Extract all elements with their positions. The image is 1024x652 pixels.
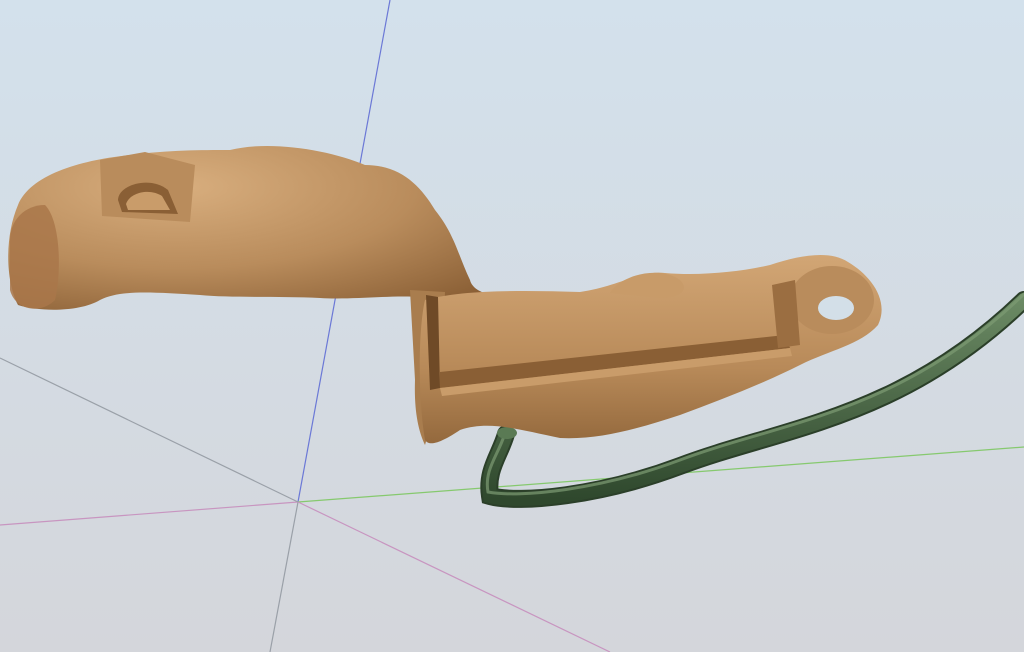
model-left-lobe: [10, 205, 59, 309]
model-arm-loop-hole: [818, 296, 854, 320]
scene-canvas[interactable]: [0, 0, 1024, 652]
3d-viewport[interactable]: [0, 0, 1024, 652]
tube-end-cap: [497, 427, 517, 439]
